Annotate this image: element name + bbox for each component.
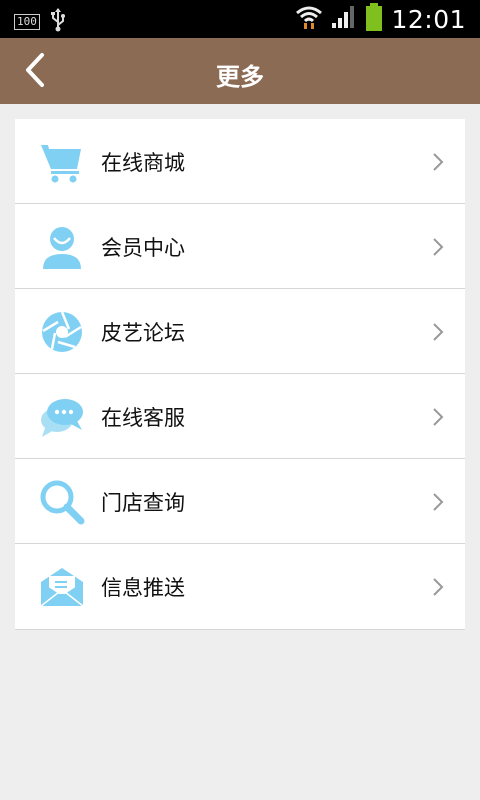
envelope-icon: [39, 564, 85, 610]
search-icon: [39, 479, 85, 525]
menu-item-label: 会员中心: [101, 236, 185, 260]
menu-item-label: 门店查询: [101, 491, 185, 515]
chevron-right-icon: [433, 493, 444, 511]
chevron-right-icon: [433, 153, 444, 171]
menu-item-label: 信息推送: [101, 576, 185, 600]
menu-item-online-service[interactable]: 在线客服: [15, 374, 465, 459]
chevron-right-icon: [433, 408, 444, 426]
title-bar: 更多: [0, 38, 480, 104]
menu-item-online-mall[interactable]: 在线商城: [15, 119, 465, 204]
clock: 12:01: [391, 4, 466, 34]
menu-item-info-push[interactable]: 信息推送: [15, 544, 465, 629]
menu-item-label: 在线商城: [101, 151, 185, 175]
menu-item-store-search[interactable]: 门店查询: [15, 459, 465, 544]
wifi-icon: [295, 4, 323, 34]
signal-icon: [331, 5, 357, 33]
menu-list: 在线商城 会员中心 皮艺论坛 在线客服 门店查询 信息推送: [15, 119, 465, 630]
page-title: 更多: [216, 63, 264, 91]
chevron-right-icon: [433, 238, 444, 256]
chevron-right-icon: [433, 323, 444, 341]
chat-bubble-icon: [39, 394, 85, 440]
menu-item-label: 在线客服: [101, 406, 185, 430]
battery-icon: [365, 3, 383, 35]
menu-item-label: 皮艺论坛: [101, 321, 185, 345]
menu-item-member-center[interactable]: 会员中心: [15, 204, 465, 289]
menu-item-leather-forum[interactable]: 皮艺论坛: [15, 289, 465, 374]
aperture-icon: [39, 309, 85, 355]
chevron-right-icon: [433, 578, 444, 596]
battery-text-icon: 100: [14, 14, 40, 30]
usb-icon: [50, 8, 66, 36]
cart-icon: [39, 139, 85, 185]
user-icon: [39, 224, 85, 270]
status-bar: 100 12:01: [0, 0, 480, 38]
